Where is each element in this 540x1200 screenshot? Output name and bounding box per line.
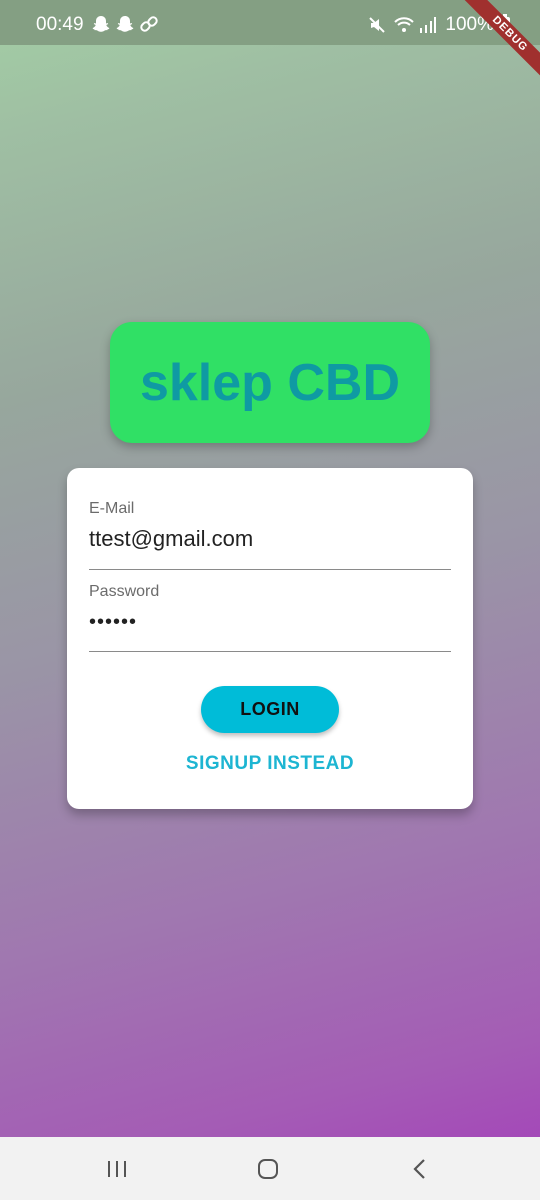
status-time: 00:49 xyxy=(36,14,84,35)
email-field-label: E-Mail xyxy=(89,500,135,517)
signal-icon xyxy=(419,15,439,35)
app-logo-text: sklep CBD xyxy=(139,353,401,412)
wifi-icon xyxy=(393,15,415,35)
password-field[interactable]: Password •••••• xyxy=(89,583,451,652)
back-icon[interactable] xyxy=(408,1157,432,1181)
email-field[interactable]: E-Mail ttest@gmail.com xyxy=(89,500,451,570)
login-card: E-Mail ttest@gmail.com Password •••••• L… xyxy=(67,468,473,809)
recent-apps-icon[interactable] xyxy=(105,1157,129,1181)
password-input[interactable]: •••••• xyxy=(89,611,451,634)
login-button[interactable]: LOGIN xyxy=(201,686,339,733)
link-icon xyxy=(139,14,159,34)
mute-icon xyxy=(367,15,387,35)
status-notification-icons xyxy=(91,14,159,34)
status-bar: 00:49 100% xyxy=(0,0,540,45)
snapchat-icon xyxy=(91,14,111,34)
system-navigation-bar xyxy=(0,1137,540,1200)
home-icon[interactable] xyxy=(256,1157,280,1181)
password-field-label: Password xyxy=(89,583,160,600)
signup-instead-button[interactable]: SIGNUP INSTEAD xyxy=(67,753,473,775)
snapchat-icon xyxy=(115,14,135,34)
app-logo: sklep CBD xyxy=(110,322,430,443)
email-input[interactable]: ttest@gmail.com xyxy=(89,526,451,552)
login-screen: 00:49 100% DEBUG sklep CBD E-Mail ttest@… xyxy=(0,0,540,1200)
